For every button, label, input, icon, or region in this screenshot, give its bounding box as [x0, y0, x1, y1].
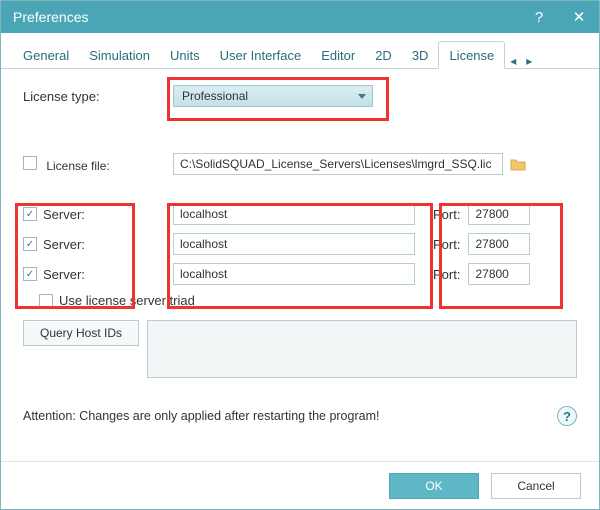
tab-simulation[interactable]: Simulation	[79, 42, 160, 68]
cancel-button[interactable]: Cancel	[491, 473, 581, 499]
attention-text: Attention: Changes are only applied afte…	[23, 409, 379, 423]
server-3-label: Server:	[43, 267, 85, 282]
server-2-checkbox[interactable]: ✓	[23, 237, 37, 251]
server-2-label: Server:	[43, 237, 85, 252]
server-row-1: ✓ Server: Port:	[23, 203, 577, 225]
triad-checkbox[interactable]	[39, 294, 53, 308]
license-type-label: License type:	[23, 89, 153, 104]
server-3-port-label: Port:	[433, 267, 460, 282]
ok-button[interactable]: OK	[389, 473, 479, 499]
license-file-label: License file:	[46, 159, 109, 173]
tab-editor[interactable]: Editor	[311, 42, 365, 68]
content-area: License type: Professional License file:…	[1, 69, 599, 461]
triad-label: Use license server triad	[59, 293, 195, 308]
tab-units[interactable]: Units	[160, 42, 210, 68]
tab-bar: General Simulation Units User Interface …	[1, 39, 599, 69]
query-output	[147, 320, 577, 378]
license-file-input[interactable]	[173, 153, 503, 175]
preferences-window: Preferences ? ✕ General Simulation Units…	[0, 0, 600, 510]
help-icon[interactable]: ?	[519, 1, 559, 33]
close-icon[interactable]: ✕	[559, 1, 599, 33]
license-file-checkbox[interactable]	[23, 156, 37, 170]
server-3-host-input[interactable]	[173, 263, 415, 285]
server-2-port-label: Port:	[433, 237, 460, 252]
server-1-checkbox[interactable]: ✓	[23, 207, 37, 221]
license-type-dropdown[interactable]: Professional	[173, 85, 373, 107]
server-row-3: ✓ Server: Port:	[23, 263, 577, 285]
tab-license[interactable]: License	[438, 41, 505, 69]
browse-folder-icon[interactable]	[509, 155, 527, 173]
server-3-port-input[interactable]	[468, 263, 530, 285]
window-title: Preferences	[13, 9, 88, 25]
server-2-port-input[interactable]	[468, 233, 530, 255]
tab-scroll-left-icon[interactable]: ◂	[505, 50, 521, 68]
tab-2d[interactable]: 2D	[365, 42, 402, 68]
query-host-ids-button[interactable]: Query Host IDs	[23, 320, 139, 346]
server-1-port-input[interactable]	[468, 203, 530, 225]
context-help-icon[interactable]: ?	[557, 406, 577, 426]
tab-scroll-right-icon[interactable]: ▸	[521, 50, 537, 68]
tab-user-interface[interactable]: User Interface	[210, 42, 312, 68]
server-row-2: ✓ Server: Port:	[23, 233, 577, 255]
license-type-value: Professional	[182, 89, 248, 103]
titlebar: Preferences ? ✕	[1, 1, 599, 33]
dialog-footer: OK Cancel	[1, 461, 599, 509]
server-3-checkbox[interactable]: ✓	[23, 267, 37, 281]
server-1-label: Server:	[43, 207, 85, 222]
tab-3d[interactable]: 3D	[402, 42, 439, 68]
server-2-host-input[interactable]	[173, 233, 415, 255]
server-1-host-input[interactable]	[173, 203, 415, 225]
server-1-port-label: Port:	[433, 207, 460, 222]
tab-general[interactable]: General	[13, 42, 79, 68]
